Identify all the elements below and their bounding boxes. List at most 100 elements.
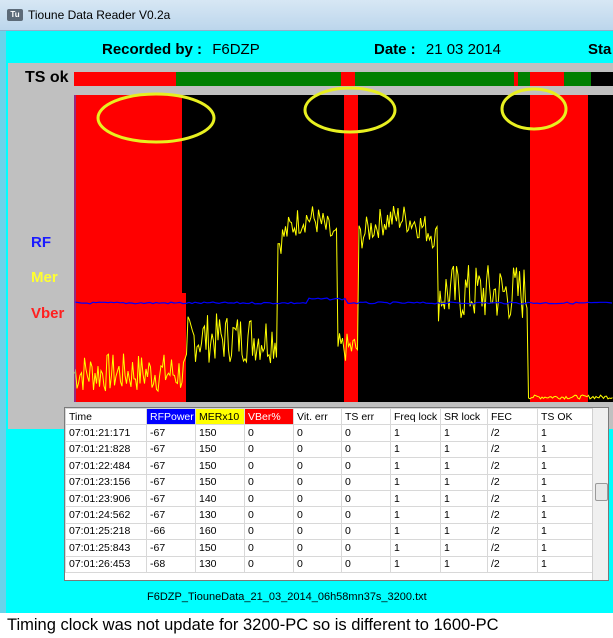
cell-ts-ok: 1 (537, 506, 593, 524)
status: Sta (588, 41, 611, 58)
col-header-freq-lock[interactable]: Freq lock (390, 408, 441, 426)
date-value: 21 03 2014 (425, 41, 501, 58)
rf-label: RF (31, 234, 51, 251)
vber-region (128, 173, 130, 402)
cell-ts-ok: 1 (537, 555, 593, 573)
cell-vit-err: 0 (293, 539, 342, 557)
caption-text: Timing clock was not update for 3200-PC … (7, 616, 499, 634)
ts-ok-label: TS ok (25, 69, 69, 86)
table-row[interactable]: 07:01:23:156 -67 150 0 0 0 1 1 /2 1 (65, 473, 593, 491)
signal-chart (73, 72, 613, 402)
cell-merx10: 130 (195, 506, 245, 524)
client-area: Recorded by : F6DZP Date : 21 03 2014 St… (6, 31, 613, 613)
cell-rfpower: -66 (146, 522, 196, 541)
mer-label: Mer (31, 269, 58, 286)
cell-freq-lock: 1 (390, 522, 441, 541)
cell-ts-ok: 1 (537, 440, 593, 459)
cell-merx10: 150 (195, 424, 245, 442)
cell-time: 07:01:26:453 (65, 555, 147, 573)
cell-rfpower: -67 (146, 489, 196, 508)
date-label: Date : (374, 41, 416, 58)
table-row[interactable]: 07:01:25:843 -67 150 0 0 0 1 1 /2 1 (65, 539, 593, 557)
cell-merx10: 150 (195, 473, 245, 491)
recorded-by: Recorded by : F6DZP (102, 41, 260, 58)
cell-rfpower: -67 (146, 539, 196, 557)
cell-rfpower: -67 (146, 440, 196, 459)
window-title: Tioune Data Reader V0.2a (28, 8, 171, 22)
table-row[interactable]: 07:01:22:484 -67 150 0 0 0 1 1 /2 1 (65, 457, 593, 475)
col-header-fec[interactable]: FEC (487, 408, 538, 426)
cell-vber: 0 (244, 522, 294, 541)
date: Date : 21 03 2014 (374, 41, 501, 58)
table-row[interactable]: 07:01:26:453 -68 130 0 0 0 1 1 /2 1 (65, 555, 593, 573)
cell-time: 07:01:25:843 (65, 539, 147, 557)
ts-ok-strip (74, 72, 613, 86)
col-header-time[interactable]: Time (65, 408, 147, 426)
recorded-by-label: Recorded by : (102, 41, 203, 58)
table-row[interactable]: 07:01:21:171 -67 150 0 0 0 1 1 /2 1 (65, 424, 593, 442)
cell-time: 07:01:24:562 (65, 506, 147, 524)
cell-merx10: 140 (195, 489, 245, 508)
table-row[interactable]: 07:01:24:562 -67 130 0 0 0 1 1 /2 1 (65, 506, 593, 524)
ts-ok-strip-end (591, 72, 613, 86)
chart-panel: TS ok RF Mer Vber (8, 63, 613, 429)
cell-vber: 0 (244, 555, 294, 573)
cell-merx10: 150 (195, 457, 245, 475)
data-table-container[interactable]: Time RFPower MERx10 VBer% Vit. err TS er… (64, 407, 609, 581)
col-header-merx10[interactable]: MERx10 (195, 408, 245, 426)
title-bar[interactable]: Tu Tioune Data Reader V0.2a (0, 0, 613, 31)
cell-vit-err: 0 (293, 555, 342, 573)
cell-vber: 0 (244, 539, 294, 557)
cell-vber: 0 (244, 473, 294, 491)
cell-sr-lock: 1 (440, 440, 488, 459)
col-header-vit-err[interactable]: Vit. err (293, 408, 342, 426)
cell-vit-err: 0 (293, 424, 342, 442)
cell-sr-lock: 1 (440, 506, 488, 524)
cell-vit-err: 0 (293, 522, 342, 541)
table-row[interactable]: 07:01:25:218 -66 160 0 0 0 1 1 /2 1 (65, 522, 593, 541)
cell-freq-lock: 1 (390, 506, 441, 524)
cell-vber: 0 (244, 506, 294, 524)
vber-region (116, 193, 117, 402)
cell-merx10: 130 (195, 555, 245, 573)
cell-freq-lock: 1 (390, 539, 441, 557)
cell-freq-lock: 1 (390, 555, 441, 573)
cell-ts-err: 0 (341, 440, 391, 459)
vber-region (530, 95, 588, 402)
col-header-ts-ok[interactable]: TS OK (537, 408, 593, 426)
cell-fec: /2 (487, 473, 538, 491)
cell-sr-lock: 1 (440, 539, 488, 557)
cell-vit-err: 0 (293, 440, 342, 459)
table-scrollbar[interactable] (592, 408, 608, 580)
cell-fec: /2 (487, 522, 538, 541)
cell-fec: /2 (487, 424, 538, 442)
cell-merx10: 150 (195, 539, 245, 557)
cell-vber: 0 (244, 489, 294, 508)
table-row[interactable]: 07:01:23:906 -67 140 0 0 0 1 1 /2 1 (65, 489, 593, 508)
cell-time: 07:01:25:218 (65, 522, 147, 541)
cell-ts-ok: 1 (537, 424, 593, 442)
cell-merx10: 150 (195, 440, 245, 459)
cell-fec: /2 (487, 457, 538, 475)
cell-ts-err: 0 (341, 489, 391, 508)
cell-freq-lock: 1 (390, 440, 441, 459)
ts-ok-strip-segment (154, 72, 176, 86)
col-header-sr-lock[interactable]: SR lock (440, 408, 488, 426)
cell-freq-lock: 1 (390, 473, 441, 491)
cell-ts-ok: 1 (537, 489, 593, 508)
cell-time: 07:01:21:828 (65, 440, 147, 459)
col-header-ts-err[interactable]: TS err (341, 408, 391, 426)
table-row[interactable]: 07:01:21:828 -67 150 0 0 0 1 1 /2 1 (65, 440, 593, 459)
ts-ok-strip-segment (530, 72, 564, 86)
col-header-rfpower[interactable]: RFPower (146, 408, 196, 426)
cell-ts-err: 0 (341, 555, 391, 573)
ts-ok-strip-segment (74, 72, 168, 86)
cell-time: 07:01:23:156 (65, 473, 147, 491)
ts-ok-strip-segment (341, 72, 355, 86)
cell-sr-lock: 1 (440, 473, 488, 491)
table-scroll-thumb[interactable] (595, 483, 608, 501)
data-table: Time RFPower MERx10 VBer% Vit. err TS er… (65, 408, 593, 573)
col-header-vber[interactable]: VBer% (244, 408, 294, 426)
status-label: Sta (588, 41, 612, 58)
cell-rfpower: -67 (146, 506, 196, 524)
